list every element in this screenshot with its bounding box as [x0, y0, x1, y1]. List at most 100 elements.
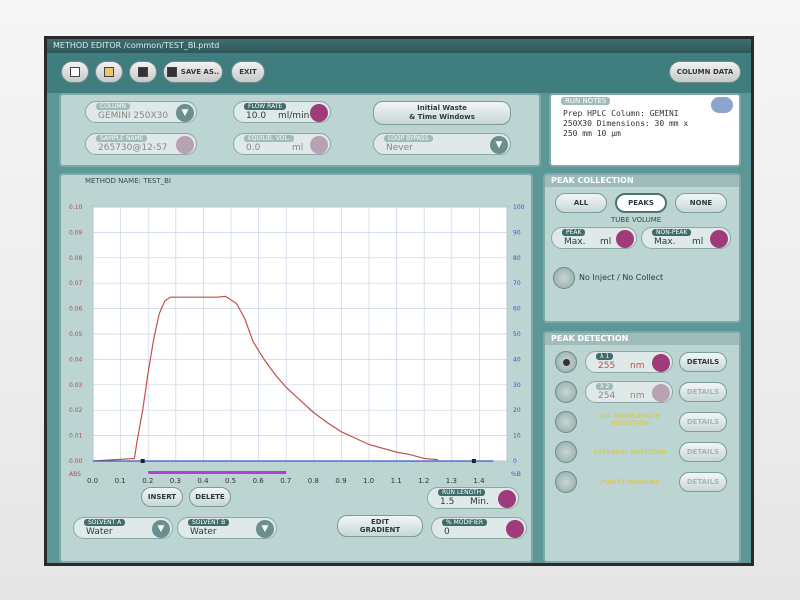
lambda2-details-button[interactable]: DETAILS — [679, 382, 727, 402]
flow-rate-unit: ml/min — [278, 111, 310, 121]
modifier-label: % MODIFIER — [442, 519, 488, 526]
open-file-button[interactable] — [95, 61, 123, 83]
equilib-vol-value: 0.0 — [246, 143, 261, 153]
lambda1-details-button[interactable]: DETAILS — [679, 352, 727, 372]
peak-volume-unit: ml — [600, 237, 612, 247]
solvent-b-label: SOLVENT B — [188, 519, 230, 526]
main-content: COLUMN GEMINI 250X30 ▼ SAMPLE NAME 26573… — [47, 93, 751, 563]
solvent-b-field[interactable]: SOLVENT B Water ▼ — [177, 517, 277, 539]
external-details-button[interactable]: DETAILS — [679, 442, 727, 462]
flow-rate-value: 10.0 — [246, 111, 267, 121]
gradient-chart[interactable]: 0.100.090.080.070.060.050.040.030.020.01… — [61, 185, 531, 485]
peak-volume-field[interactable]: PEAK Max. ml — [551, 227, 637, 249]
left-axis-unit: ABS — [69, 471, 81, 478]
y-tick-label: 0.01 — [69, 433, 83, 440]
x-tick-label: 0.7 — [280, 477, 291, 485]
y-tick-label: 0.07 — [69, 280, 83, 287]
external-detector-label: EXTERNAL DETECTOR — [593, 449, 667, 456]
equilib-vol-label: EQUILIB. VOL. — [244, 135, 294, 142]
chevron-down-icon[interactable]: ▼ — [490, 136, 508, 154]
toolbar: SAVE AS.. EXIT COLUMN DATA — [47, 53, 751, 93]
save-button[interactable] — [129, 61, 157, 83]
keyboard-icon[interactable] — [711, 97, 733, 113]
column-field[interactable]: COLUMN GEMINI 250X30 ▼ — [85, 101, 197, 123]
keypad-icon[interactable] — [310, 104, 328, 122]
run-notes-panel[interactable]: RUN NOTES Prep HPLC Column: GEMINI 250X3… — [549, 93, 741, 167]
x-tick-label: 0.4 — [197, 477, 209, 485]
lambda2-field[interactable]: λ 2 254 nm — [585, 381, 673, 403]
keypad-icon[interactable] — [652, 384, 670, 402]
delete-button[interactable]: DELETE — [189, 487, 231, 507]
chart-panel: METHOD NAME: TEST_BI 0.10 0.09 0.08 0.07 0.0… — [59, 173, 533, 563]
x-tick-label: 0.2 — [142, 477, 153, 485]
save-icon — [138, 67, 148, 77]
keypad-icon[interactable] — [710, 230, 728, 248]
solvent-a-label: SOLVENT A — [84, 519, 126, 526]
chevron-down-icon[interactable]: ▼ — [176, 104, 194, 122]
purity-details-button[interactable]: DETAILS — [679, 472, 727, 492]
purity-measure-radio[interactable] — [555, 471, 577, 493]
chevron-down-icon[interactable]: ▼ — [256, 520, 274, 538]
external-detector-radio[interactable] — [555, 441, 577, 463]
lambda1-label: λ 1 — [596, 353, 614, 360]
purity-measure-label: PURITY MEASURE — [600, 479, 660, 486]
run-length-field[interactable]: RUN LENGTH 1.5 Min. — [427, 487, 519, 509]
keypad-icon[interactable] — [176, 136, 194, 154]
lambda2-radio[interactable] — [555, 381, 577, 403]
lambda1-field[interactable]: λ 1 255 nm — [585, 351, 673, 373]
sample-name-field[interactable]: SAMPLE NAME 265730@12-57 — [85, 133, 197, 155]
nonpeak-volume-unit: ml — [692, 237, 704, 247]
exit-button[interactable]: EXIT — [231, 61, 265, 83]
initial-waste-button[interactable]: Initial Waste & Time Windows — [373, 101, 511, 125]
all-wavelength-radio[interactable] — [555, 411, 577, 433]
solvent-a-field[interactable]: SOLVENT A Water ▼ — [73, 517, 173, 539]
new-file-button[interactable] — [61, 61, 89, 83]
x-tick-label: 1.4 — [473, 477, 485, 485]
chevron-down-icon[interactable]: ▼ — [152, 520, 170, 538]
y-tick-label: 0.05 — [69, 331, 83, 338]
peak-volume-label: PEAK — [562, 229, 586, 236]
column-value: GEMINI 250X30 — [98, 111, 169, 121]
lambda1-unit: nm — [630, 361, 645, 371]
peak-volume-value: Max. — [564, 237, 586, 247]
sample-name-value: 265730@12-57 — [98, 143, 168, 153]
y2-tick-label: 70 — [513, 280, 521, 287]
y-tick-label: 0.09 — [69, 229, 83, 236]
all-wavelength-label: ALL WAVELENGTH DETECTION — [599, 413, 661, 427]
keypad-icon[interactable] — [652, 354, 670, 372]
lambda1-radio[interactable] — [555, 351, 577, 373]
column-data-button[interactable]: COLUMN DATA — [669, 61, 741, 83]
loop-bypass-field[interactable]: LOOP BYPASS Never ▼ — [373, 133, 511, 155]
modifier-field[interactable]: % MODIFIER 0 — [431, 517, 527, 539]
loop-bypass-label: LOOP BYPASS — [384, 135, 433, 142]
run-length-unit: Min. — [470, 497, 489, 507]
nonpeak-volume-field[interactable]: NON-PEAK Max. ml — [641, 227, 731, 249]
collect-all-button[interactable]: ALL — [555, 193, 607, 213]
equilib-vol-field[interactable]: EQUILIB. VOL. 0.0 ml — [233, 133, 331, 155]
run-notes-text: Prep HPLC Column: GEMINI 250X30 Dimensio… — [563, 109, 689, 138]
y-tick-label: 0.00 — [69, 458, 83, 465]
tube-volume-label: TUBE VOLUME — [611, 216, 662, 224]
flow-rate-label: FLOW RATE — [244, 103, 287, 110]
save-as-button[interactable]: SAVE AS.. — [163, 61, 223, 83]
keypad-icon[interactable] — [506, 520, 524, 538]
window-title: METHOD EDITOR /common/TEST_BI.pmtd — [47, 39, 751, 53]
insert-button[interactable]: INSERT — [141, 487, 183, 507]
edit-gradient-button[interactable]: EDIT GRADIENT — [337, 515, 423, 537]
solvent-a-value: Water — [86, 527, 113, 537]
collect-peaks-button[interactable]: PEAKS — [615, 193, 667, 213]
y2-tick-label: 50 — [513, 331, 521, 338]
x-tick-label: 0.1 — [115, 477, 126, 485]
no-inject-label: No Inject / No Collect — [579, 273, 664, 282]
x-tick-label: 1.0 — [363, 477, 374, 485]
no-inject-radio[interactable] — [553, 267, 575, 289]
all-wavelength-details-button[interactable]: DETAILS — [679, 412, 727, 432]
keypad-icon[interactable] — [310, 136, 328, 154]
flow-rate-field[interactable]: FLOW RATE 10.0 ml/min — [233, 101, 331, 123]
x-tick-label: 0.0 — [87, 477, 98, 485]
keypad-icon[interactable] — [616, 230, 634, 248]
y2-tick-label: 20 — [513, 407, 521, 414]
save-as-label: SAVE AS.. — [180, 68, 220, 76]
collect-none-button[interactable]: NONE — [675, 193, 727, 213]
keypad-icon[interactable] — [498, 490, 516, 508]
